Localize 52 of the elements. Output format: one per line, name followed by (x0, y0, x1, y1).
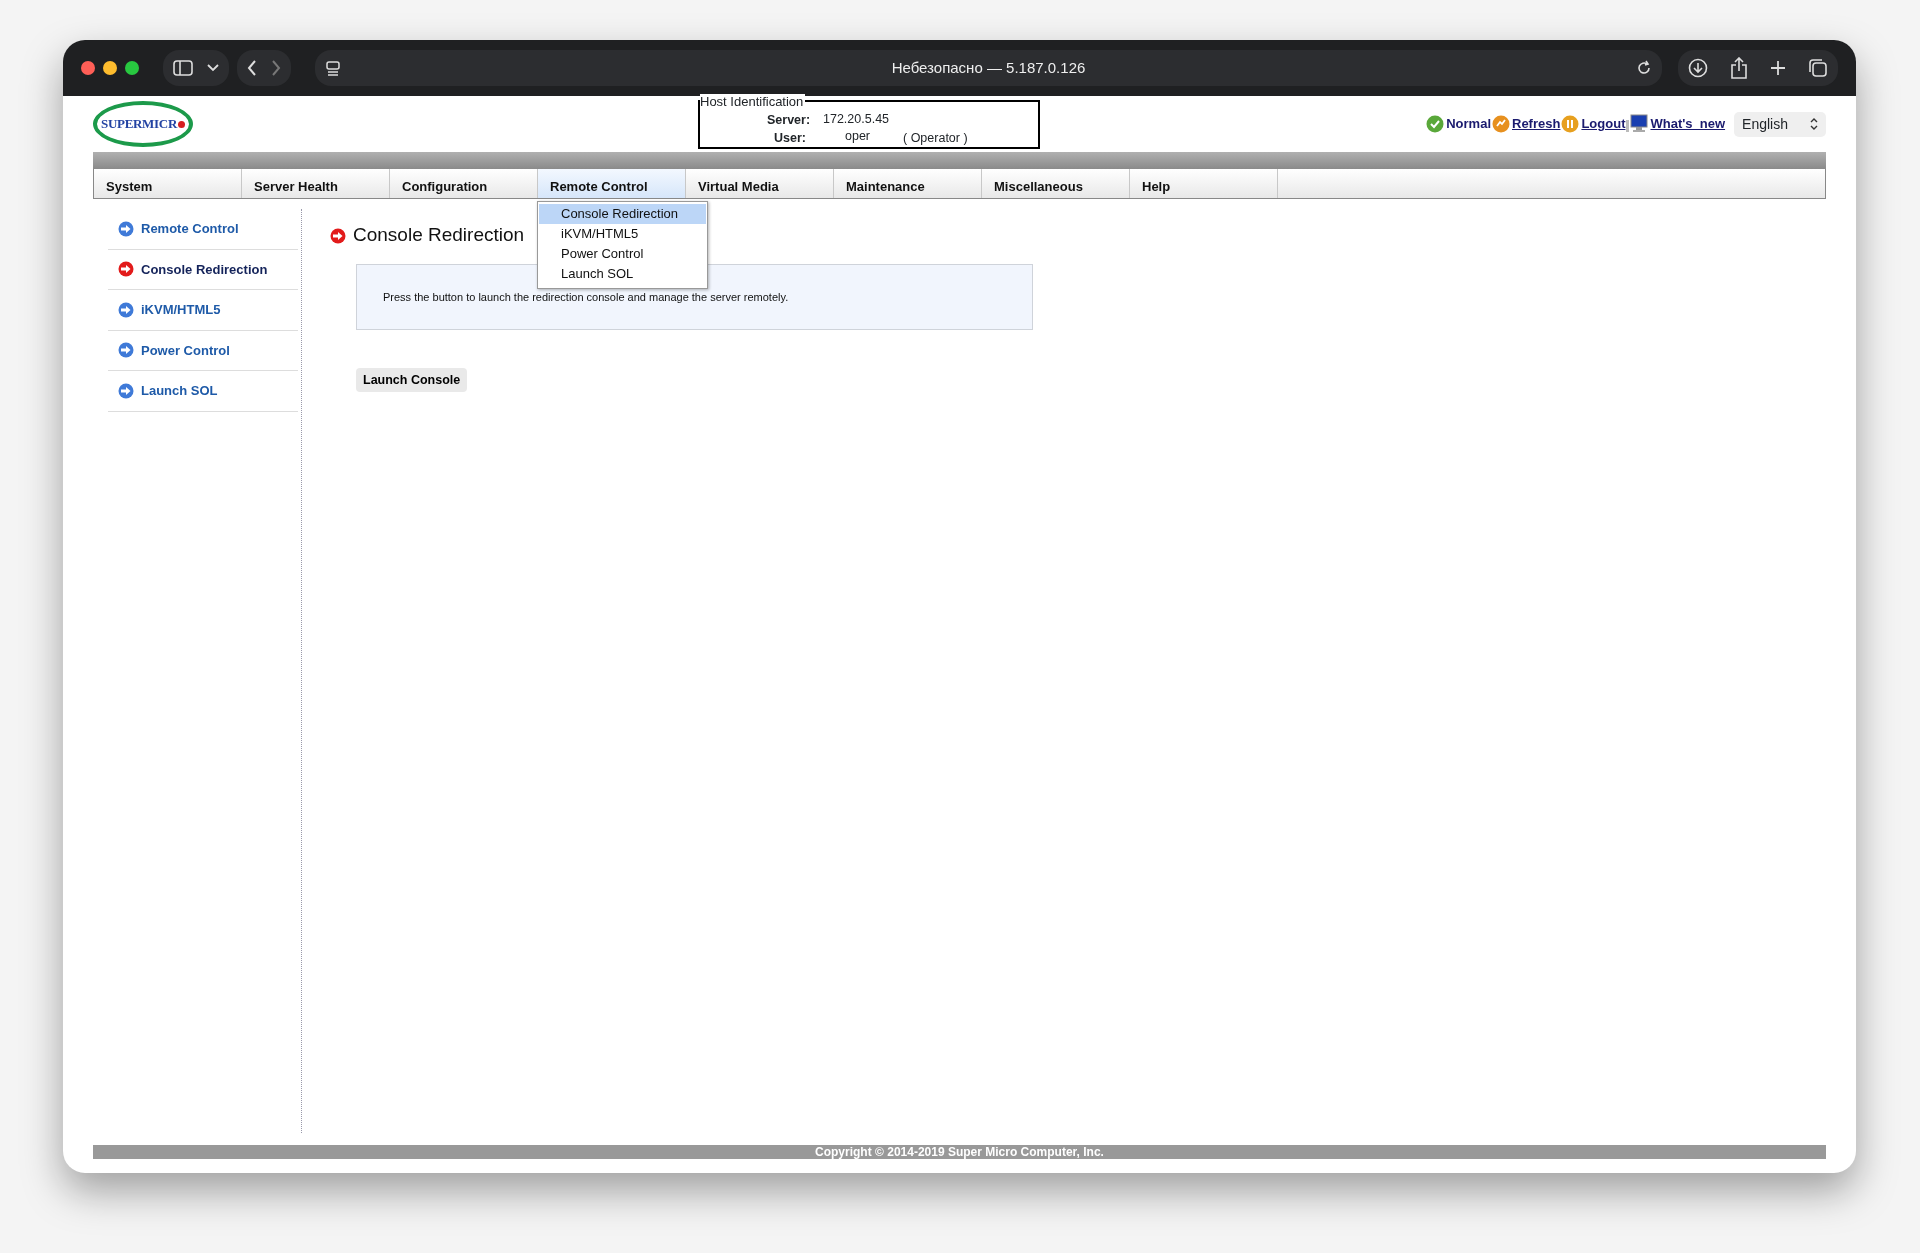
language-select[interactable]: English (1734, 111, 1826, 137)
description-text: Press the button to launch the redirection console and manage the server remotely. (383, 290, 789, 303)
menu-item[interactable]: Power Control (539, 244, 706, 264)
menu-item[interactable]: Launch SOL (539, 264, 706, 284)
reader-icon[interactable] (325, 60, 341, 76)
tabs-icon[interactable] (1808, 58, 1828, 78)
server-address: 172.20.5.45 (823, 111, 890, 128)
share-icon[interactable] (1730, 57, 1748, 79)
logo: SUPERMICR (93, 101, 193, 147)
field-label: Server: (767, 112, 811, 129)
header-link[interactable]: Refresh (1512, 114, 1561, 134)
header-link[interactable]: What's_new (1650, 114, 1726, 134)
field-label: User: (774, 130, 806, 147)
status-text: Normal (1446, 115, 1491, 134)
address-bar[interactable]: Небезопасно — 5.187.0.126 (315, 50, 1662, 86)
zoom-window-button[interactable] (125, 61, 139, 75)
check-icon (1426, 115, 1445, 133)
sidebar-item[interactable]: Remote Control (108, 209, 298, 250)
refresh-icon (1492, 115, 1510, 133)
reload-icon[interactable] (1636, 60, 1652, 76)
nav-tab[interactable]: Remote Control (538, 169, 686, 198)
chevron-down-icon[interactable] (207, 64, 219, 72)
logout-icon (1561, 115, 1580, 133)
address-text: Небезопасно — 5.187.0.126 (891, 57, 1086, 78)
page-title: Console Redirection (353, 223, 525, 247)
close-window-button[interactable] (81, 61, 95, 75)
sidebar-item[interactable]: Launch SOL (108, 371, 298, 412)
user-name: oper (845, 128, 871, 145)
nav-tab[interactable]: Help (1130, 169, 1278, 198)
panel-legend: Host Identification (700, 94, 806, 109)
menu-item[interactable]: iKVM/HTML5 (539, 224, 706, 244)
updown-icon (1810, 118, 1818, 130)
nav-tab[interactable]: Server Health (242, 169, 390, 198)
nav-tab[interactable]: Maintenance (834, 169, 982, 198)
nav-tab[interactable]: Virtual Media (686, 169, 834, 198)
back-icon[interactable] (247, 60, 257, 76)
nav-tab[interactable]: Miscellaneous (982, 169, 1130, 198)
menu-item[interactable]: Console Redirection (539, 204, 706, 224)
nav-tab[interactable]: System (94, 169, 242, 198)
sidebar-icon[interactable] (173, 60, 193, 76)
minimize-window-button[interactable] (103, 61, 117, 75)
copyright-text: Copyright © 2014-2019 Super Micro Computer, Inc. (815, 1145, 1104, 1159)
sidebar-item[interactable]: Power Control (108, 330, 298, 371)
plus-icon[interactable] (1770, 60, 1786, 76)
forward-icon[interactable] (271, 60, 281, 76)
sidebar-item[interactable]: iKVM/HTML5 (108, 290, 298, 331)
monitor-icon (1626, 114, 1649, 134)
header-link[interactable]: Logout (1581, 114, 1626, 134)
sidebar-item[interactable]: Console Redirection (108, 249, 298, 290)
download-icon[interactable] (1688, 58, 1708, 78)
user-role: ( Operator ) (903, 130, 968, 147)
launch-console-button[interactable]: Launch Console (356, 367, 468, 393)
